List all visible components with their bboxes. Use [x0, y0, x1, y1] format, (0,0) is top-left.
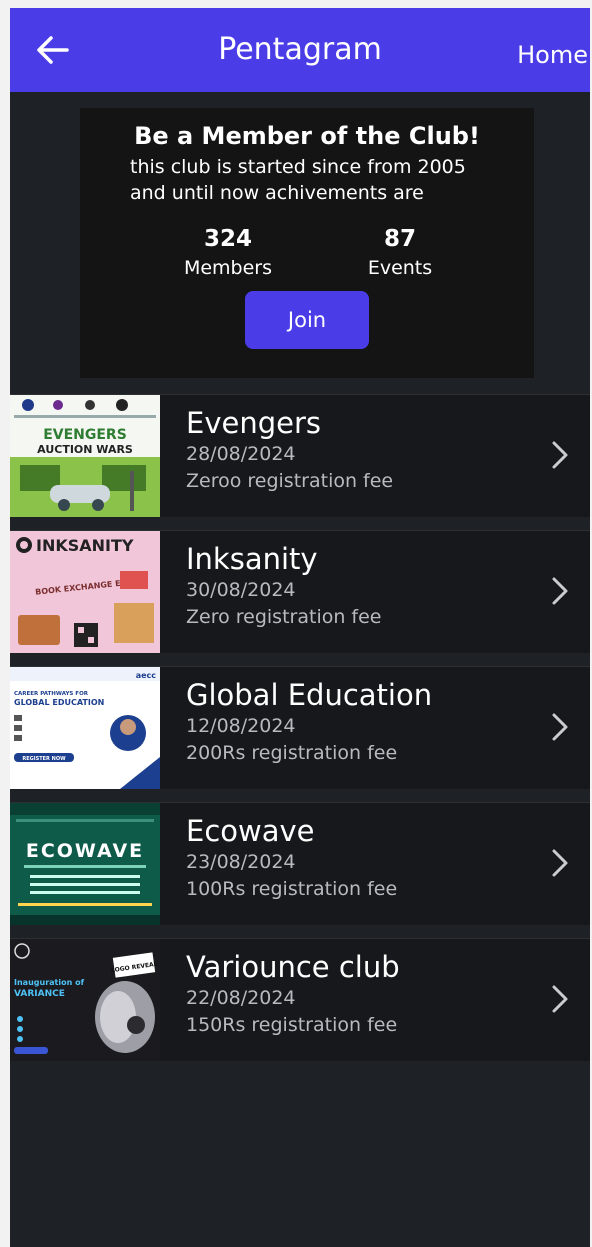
poster-subtitle: AUCTION WARS: [37, 443, 133, 456]
event-date: 23/08/2024: [186, 851, 296, 873]
join-button[interactable]: Join: [245, 291, 369, 349]
event-info: Inksanity 30/08/2024 Zero registration f…: [186, 541, 526, 631]
poster-subtitle: CAREER PATHWAYS FOR: [14, 691, 89, 697]
chevron-right-icon: [548, 981, 572, 1017]
event-name: Variounce club: [186, 950, 400, 984]
poster-button: REGISTER NOW: [22, 756, 66, 762]
screen: Pentagram Home Be a Member of the Club! …: [10, 8, 590, 1247]
members-label: Members: [183, 257, 273, 279]
members-stat: 324 Members: [168, 224, 288, 282]
event-row-inksanity[interactable]: INKSANITY BOOK EXCHANGE EVENT Inksanity …: [10, 530, 590, 653]
event-name: Inksanity: [186, 542, 318, 576]
svg-text:aecc: aecc: [136, 671, 157, 680]
event-row-global-education[interactable]: aecc CAREER PATHWAYS FOR GLOBAL EDUCATIO…: [10, 666, 590, 789]
event-info: Ecowave 23/08/2024 100Rs registration fe…: [186, 813, 526, 903]
event-date: 12/08/2024: [186, 715, 296, 737]
events-stat: 87 Events: [340, 224, 460, 282]
poster-title: GLOBAL EDUCATION: [14, 698, 104, 707]
event-name: Evengers: [186, 406, 321, 440]
poster-title: INKSANITY: [36, 536, 134, 555]
event-row-variounce-club[interactable]: Inauguration of VARIANCE LOGO REVEAL Var…: [10, 938, 590, 1061]
membership-description: this club is started since from 2005 and…: [130, 154, 510, 206]
event-date: 28/08/2024: [186, 443, 296, 465]
event-poster: Inauguration of VARIANCE LOGO REVEAL: [10, 939, 160, 1061]
membership-card: Be a Member of the Club! this club is st…: [80, 108, 534, 378]
event-poster: EVENGERS AUCTION WARS: [10, 395, 160, 517]
event-row-evengers[interactable]: EVENGERS AUCTION WARS Evengers 28/08/202…: [10, 394, 590, 517]
event-info: Evengers 28/08/2024 Zeroo registration f…: [186, 405, 526, 495]
poster-title: EVENGERS: [43, 427, 127, 443]
event-info: Variounce club 22/08/2024 150Rs registra…: [186, 949, 526, 1039]
membership-title: Be a Member of the Club!: [134, 122, 480, 150]
event-fee: 150Rs registration fee: [186, 1014, 398, 1036]
poster-title: ECOWAVE: [26, 840, 144, 862]
poster-subtitle: Inauguration of: [14, 978, 85, 987]
event-date: 22/08/2024: [186, 987, 296, 1009]
event-poster: ECOWAVE: [10, 803, 160, 925]
members-count: 324: [203, 226, 252, 252]
chevron-right-icon: [548, 709, 572, 745]
event-name: Global Education: [186, 678, 433, 712]
event-row-ecowave[interactable]: ECOWAVE Ecowave 23/08/2024 100Rs registr…: [10, 802, 590, 925]
page-title: Pentagram: [218, 32, 382, 67]
event-date: 30/08/2024: [186, 579, 296, 601]
app-bar: Pentagram Home: [10, 8, 590, 92]
event-name: Ecowave: [186, 814, 315, 848]
event-info: Global Education 12/08/2024 200Rs regist…: [186, 677, 526, 767]
event-poster: aecc CAREER PATHWAYS FOR GLOBAL EDUCATIO…: [10, 667, 160, 789]
description-line-2: and until now achivements are: [130, 182, 424, 204]
home-link[interactable]: Home: [517, 38, 588, 72]
events-count: 87: [383, 226, 416, 252]
event-fee: 100Rs registration fee: [186, 878, 398, 900]
chevron-right-icon: [548, 573, 572, 609]
description-line-1: this club is started since from 2005: [130, 156, 466, 178]
events-label: Events: [367, 257, 433, 279]
chevron-right-icon: [548, 437, 572, 473]
chevron-right-icon: [548, 845, 572, 881]
event-fee: Zeroo registration fee: [186, 470, 394, 492]
event-poster: INKSANITY BOOK EXCHANGE EVENT: [10, 531, 160, 653]
event-fee: 200Rs registration fee: [186, 742, 398, 764]
event-fee: Zero registration fee: [186, 606, 382, 628]
poster-title: VARIANCE: [14, 989, 65, 999]
